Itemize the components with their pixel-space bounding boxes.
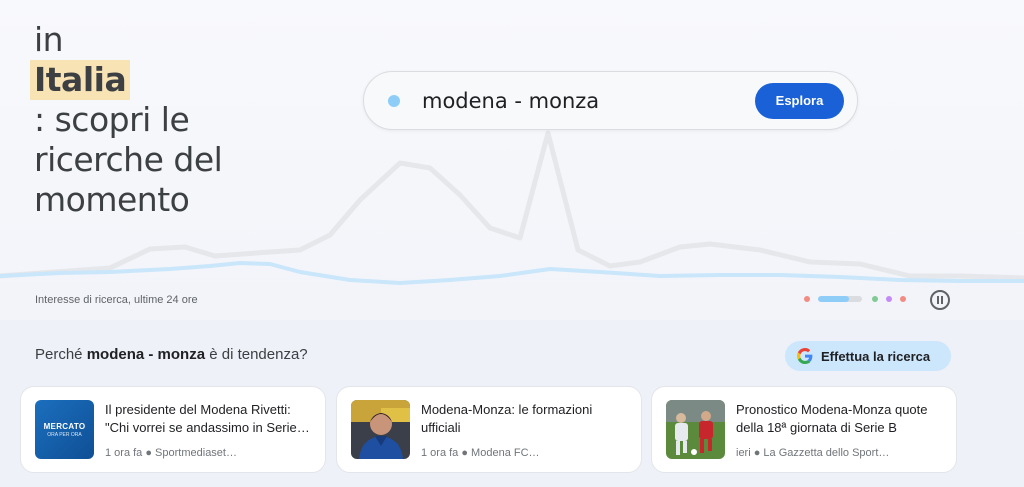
- headline-line: : scopri le: [34, 100, 190, 139]
- article-card[interactable]: MERCATO ORA PER ORA Il presidente del Mo…: [20, 386, 326, 473]
- carousel-dot[interactable]: [900, 296, 906, 302]
- article-meta: 1 ora fa ● Modena FC…: [421, 446, 540, 459]
- match-photo-icon: [666, 400, 725, 459]
- carousel-indicator: [804, 296, 914, 302]
- trending-suffix: è di tendenza?: [205, 346, 308, 363]
- carousel-active-bar[interactable]: [818, 296, 862, 302]
- thumb-text: MERCATO: [43, 422, 86, 431]
- article-meta: ieri ● La Gazzetta dello Sport…: [736, 446, 890, 459]
- headline-line: in: [34, 20, 64, 59]
- carousel-dot[interactable]: [886, 296, 892, 302]
- article-card[interactable]: Modena-Monza: le formazioni ufficiali 1 …: [336, 386, 642, 473]
- player-photo-icon: [351, 400, 410, 459]
- article-title: Pronostico Modena-Monza quote della 18ª …: [736, 401, 928, 435]
- article-title: Modena-Monza: le formazioni ufficiali: [421, 401, 593, 435]
- carousel-progress: [818, 296, 849, 302]
- article-title: Il presidente del Modena Rivetti: "Chi v…: [105, 401, 310, 435]
- google-search-button[interactable]: Effettua la ricerca: [785, 341, 951, 371]
- search-bar[interactable]: modena - monza Esplora: [363, 71, 858, 130]
- trending-prefix: Perché: [35, 346, 87, 363]
- pause-button[interactable]: [930, 290, 950, 310]
- search-dot-icon: [388, 94, 400, 107]
- headline: in Italia : scopri le ricerche del momen…: [30, 20, 334, 220]
- trending-term: modena - monza: [86, 346, 206, 363]
- google-g-icon: [797, 348, 813, 364]
- article-thumbnail: [666, 400, 725, 459]
- article-thumbnail: [351, 400, 410, 459]
- carousel-dot[interactable]: [804, 296, 810, 302]
- pause-icon: [937, 296, 939, 304]
- article-meta: 1 ora fa ● Sportmediaset…: [105, 446, 237, 459]
- explore-button[interactable]: Esplora: [755, 82, 844, 119]
- headline-line: momento: [34, 180, 190, 219]
- interest-label: Interesse di ricerca, ultime 24 ore: [35, 294, 198, 306]
- thumb-subtext: ORA PER ORA: [47, 432, 82, 438]
- search-query[interactable]: modena - monza: [422, 89, 755, 113]
- google-search-label: Effettua la ricerca: [821, 348, 931, 364]
- trending-question: Perché modena - monza è di tendenza?: [35, 346, 308, 363]
- headline-country: Italia: [30, 60, 131, 100]
- headline-line: ricerche del: [34, 140, 223, 179]
- article-thumbnail: MERCATO ORA PER ORA: [35, 400, 94, 459]
- article-card[interactable]: Pronostico Modena-Monza quote della 18ª …: [651, 386, 957, 473]
- hero-section: in Italia : scopri le ricerche del momen…: [0, 0, 1024, 320]
- carousel-dot[interactable]: [872, 296, 878, 302]
